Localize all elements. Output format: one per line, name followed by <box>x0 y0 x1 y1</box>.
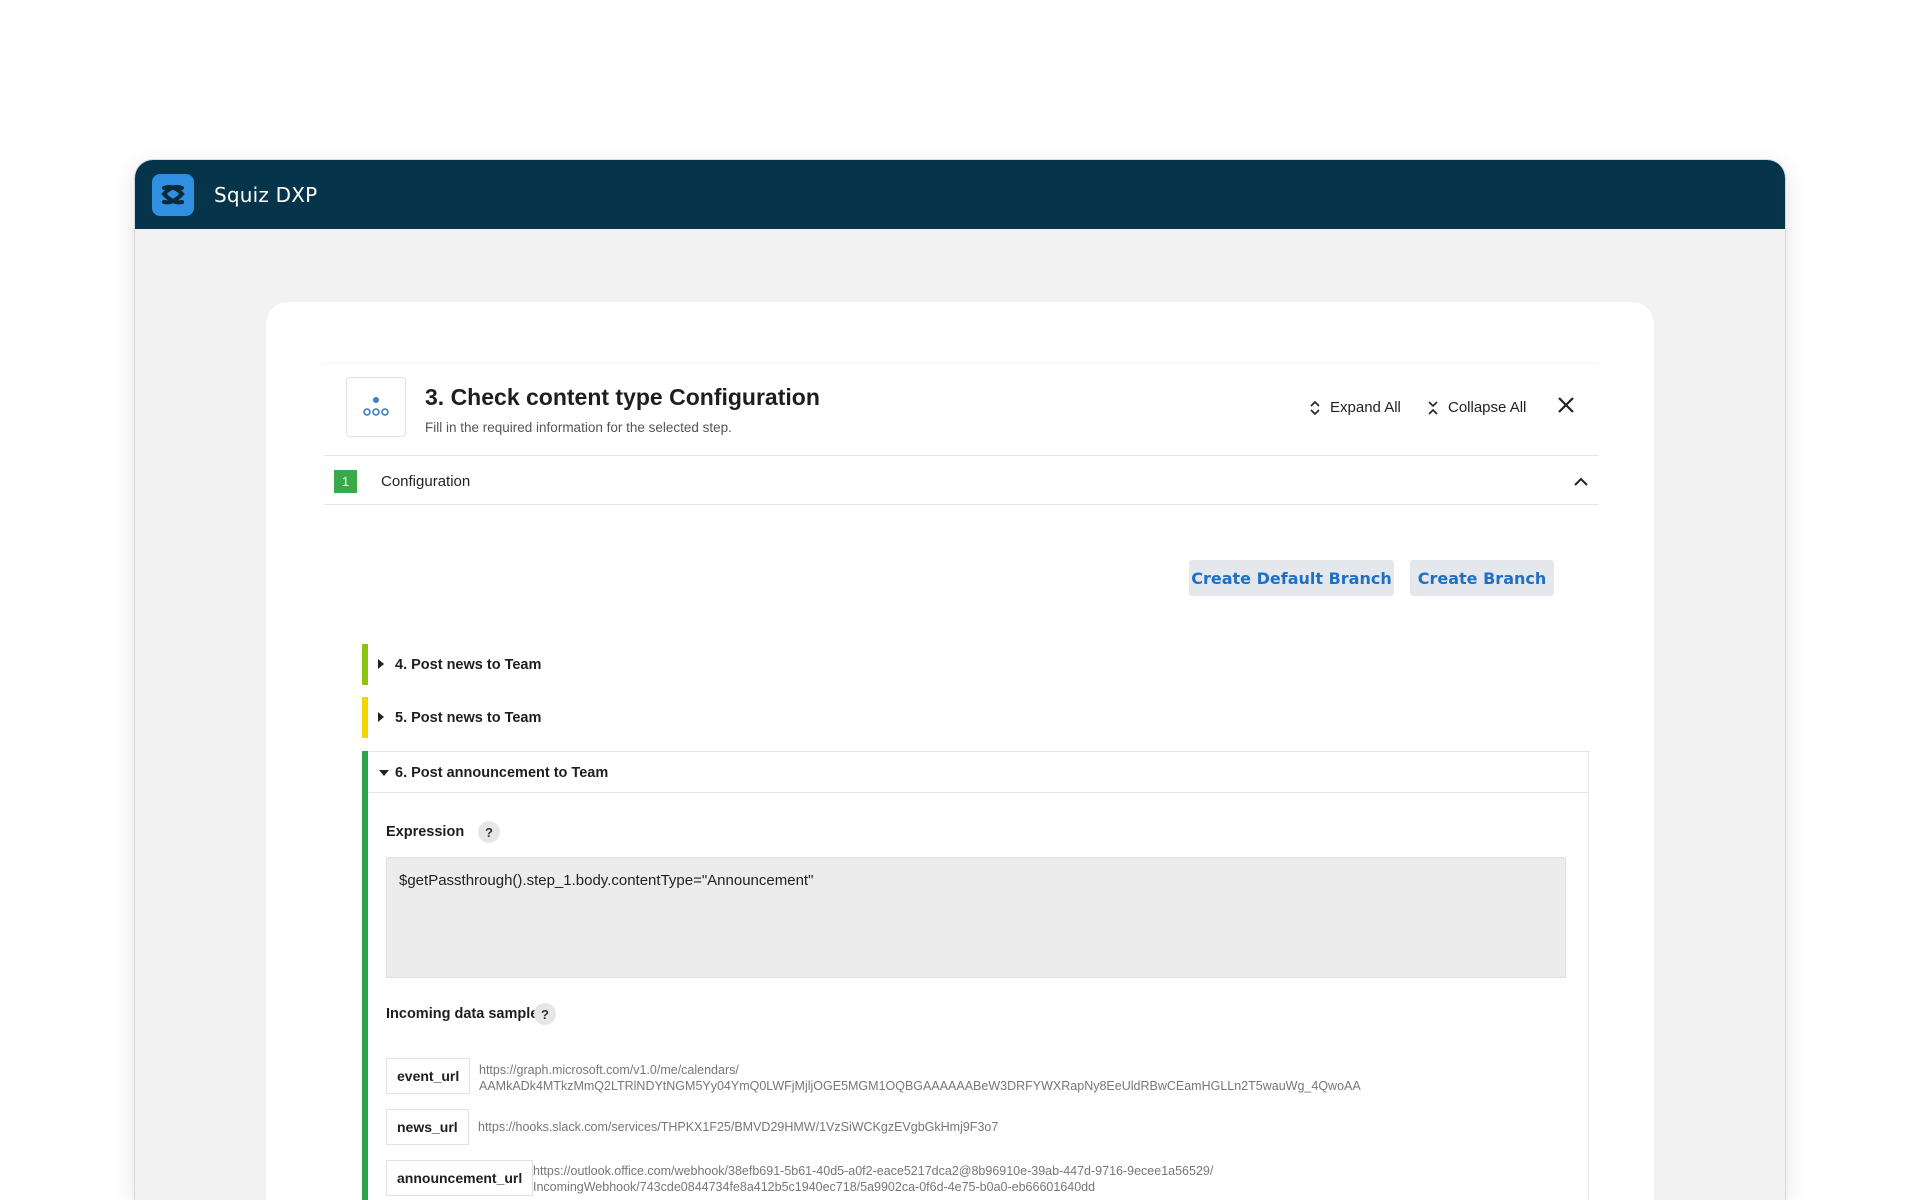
caret-right-icon <box>378 659 384 669</box>
configuration-section-header[interactable]: 1 Configuration <box>324 457 1599 505</box>
sample-value-line: IncomingWebhook/743cde0844734fe8a412b5c1… <box>533 1180 1096 1194</box>
step-subtitle: Fill in the required information for the… <box>425 420 732 435</box>
sample-key: event_url <box>386 1058 471 1094</box>
create-branch-button[interactable]: Create Branch <box>1410 560 1554 596</box>
chevron-up-icon[interactable] <box>1574 474 1588 492</box>
sample-key: announcement_url <box>386 1160 534 1196</box>
step-config-panel: 3. Check content type Configuration Fill… <box>266 302 1654 1200</box>
collapse-all-button[interactable]: Collapse All <box>1428 399 1526 416</box>
branch-label: 6. Post announcement to Team <box>395 765 609 781</box>
configuration-label: Configuration <box>381 473 471 490</box>
top-bar: Squiz DXP <box>135 160 1785 229</box>
help-icon[interactable]: ? <box>478 821 500 843</box>
step-header: 3. Check content type Configuration Fill… <box>324 364 1599 456</box>
sample-value-line: https://outlook.office.com/webhook/38efb… <box>533 1164 1214 1178</box>
incoming-data-sample-label: Incoming data sample <box>386 1006 539 1022</box>
sample-value: https://outlook.office.com/webhook/38efb… <box>533 1163 1213 1195</box>
branch-color-bar <box>362 751 368 1200</box>
sample-value-line: https://graph.microsoft.com/v1.0/me/cale… <box>479 1063 739 1077</box>
squiz-logo-icon[interactable] <box>152 173 194 216</box>
sample-value-line: https://hooks.slack.com/services/THPKX1F… <box>478 1120 999 1134</box>
expand-all-label: Expand All <box>1330 399 1401 416</box>
create-default-branch-button[interactable]: Create Default Branch <box>1189 560 1394 596</box>
branch-color-bar <box>362 697 368 738</box>
close-icon[interactable] <box>1556 395 1576 420</box>
expand-all-button[interactable]: Expand All <box>1310 399 1401 416</box>
sample-value: https://graph.microsoft.com/v1.0/me/cale… <box>479 1062 1361 1094</box>
step-title: 3. Check content type Configuration <box>425 384 820 410</box>
branch-color-bar <box>362 644 368 685</box>
expression-label: Expression <box>386 824 465 840</box>
app-title: Squiz DXP <box>214 182 318 207</box>
sample-value: https://hooks.slack.com/services/THPKX1F… <box>478 1119 998 1135</box>
expression-input[interactable]: $getPassthrough().step_1.body.contentTyp… <box>386 857 1566 978</box>
help-icon[interactable]: ? <box>534 1003 556 1025</box>
expression-value: $getPassthrough().step_1.body.contentTyp… <box>399 872 814 889</box>
section-number-badge: 1 <box>334 470 357 493</box>
expanded-branch: 6. Post announcement to Team Expression … <box>362 751 1589 1200</box>
app-window: Squiz DXP 3. Check content type Configur… <box>135 160 1785 1200</box>
caret-down-icon <box>379 770 389 776</box>
collapse-arrows-icon <box>1428 400 1438 415</box>
branch-label: 4. Post news to Team <box>395 656 542 673</box>
expand-arrows-icon <box>1310 400 1320 415</box>
expanded-branch-header[interactable]: 6. Post announcement to Team <box>368 752 1588 793</box>
sample-key: news_url <box>386 1109 469 1145</box>
collapse-all-label: Collapse All <box>1448 399 1527 416</box>
sample-value-line: AAMkADk4MTkzMmQ2LTRlNDYtNGM5Yy04YmQ0LWFj… <box>479 1079 1361 1093</box>
caret-right-icon <box>378 712 384 722</box>
branch-step-icon <box>346 377 406 437</box>
branch-label: 5. Post news to Team <box>395 709 542 726</box>
